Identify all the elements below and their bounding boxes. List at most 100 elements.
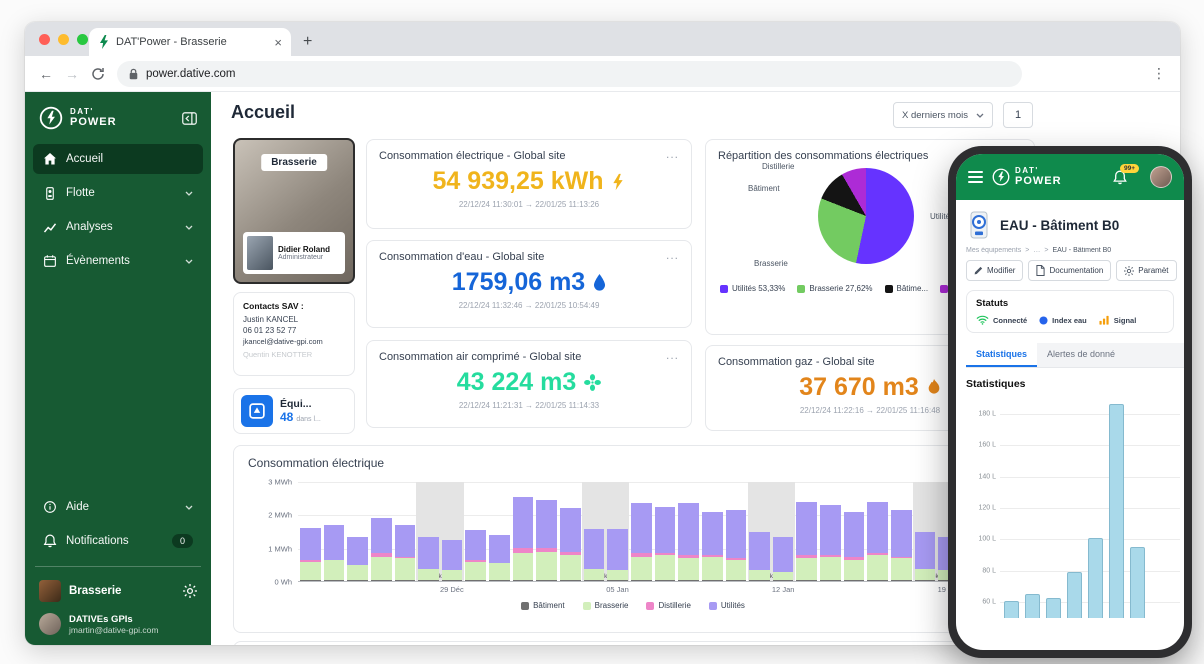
user-avatar[interactable] — [1150, 166, 1172, 188]
phone-bar — [1088, 537, 1103, 618]
status-signal: Signal — [1099, 315, 1136, 325]
stacked-bar — [654, 482, 676, 582]
sidebar-item-label: Aide — [66, 501, 90, 513]
statuts-card: Statuts Connecté Index eau Signal — [966, 290, 1174, 333]
contact-email: jkancel@dative-gpi.com — [243, 337, 323, 346]
sidebar-item-label: Accueil — [66, 153, 104, 165]
flame-icon — [928, 379, 940, 394]
forward-icon[interactable]: → — [65, 66, 79, 82]
kpi-card-electricite: Consommation électrique - Global site ..… — [366, 139, 692, 229]
equipment-icon — [241, 395, 273, 427]
fan-icon — [584, 374, 602, 391]
legend-item: Brasserie 27,62% — [797, 284, 873, 293]
breadcrumb-root[interactable]: Mes équipements — [966, 247, 1021, 254]
new-tab-button[interactable]: + — [303, 33, 312, 56]
wifi-icon — [976, 315, 989, 325]
logo-text-bottom: POWER — [70, 116, 117, 129]
document-icon — [1036, 265, 1046, 276]
water-index-icon — [1039, 315, 1048, 325]
stacked-bar — [418, 482, 439, 582]
workspace-row[interactable]: Brasserie — [33, 575, 203, 607]
workspace-name: Brasserie — [69, 585, 122, 597]
admin-contact-box: Didier Roland Administrateur — [243, 232, 345, 274]
logo-text-bottom: POWER — [1015, 175, 1062, 188]
contact-phone: 06 01 23 52 77 — [243, 326, 297, 335]
documentation-button[interactable]: Documentation — [1028, 260, 1112, 281]
notifications-bell[interactable]: 99+ — [1113, 163, 1139, 185]
kpi-value-row: 54 939,25 kWh — [379, 167, 679, 196]
equipment-suffix: dans l... — [296, 416, 321, 423]
card-menu-icon[interactable]: ... — [666, 349, 679, 361]
parameters-button[interactable]: Paramèt — [1116, 260, 1177, 281]
analytics-icon — [43, 222, 57, 233]
notifications-badge: 0 — [171, 534, 193, 548]
stacked-bar — [891, 482, 912, 582]
minimize-window-button[interactable] — [58, 34, 69, 45]
equipment-card[interactable]: Équi... 48 dans l... — [233, 388, 355, 434]
sidebar-item-accueil[interactable]: Accueil — [33, 144, 203, 174]
legend-item: Bâtime... — [884, 284, 928, 293]
status-label: Connecté — [993, 315, 1028, 325]
sidebar-item-analyses[interactable]: Analyses — [33, 212, 203, 242]
sidebar-item-evenements[interactable]: Évènements — [33, 246, 203, 276]
phone-body: EAU - Bâtiment B0 Mes équipements > … > … — [956, 200, 1184, 650]
menu-icon[interactable] — [968, 168, 983, 186]
sidebar-item-flotte[interactable]: Flotte — [33, 178, 203, 208]
gear-icon — [1124, 265, 1135, 276]
button-label: Paramèt — [1138, 266, 1169, 275]
browser-tab[interactable]: DAT'Power - Brasserie × — [89, 28, 291, 56]
consumption-plot: Week-end Week-end Week-end Week-end — [298, 482, 1008, 582]
stacked-bar — [630, 482, 652, 582]
phone-app-header: DAT' POWER 99+ — [956, 154, 1184, 200]
user-row[interactable]: DATIVEs GPIs jmartin@dative-gpi.com — [33, 607, 203, 637]
gear-icon[interactable] — [183, 584, 197, 598]
sidebar-item-label: Notifications — [66, 535, 129, 547]
home-icon — [44, 153, 56, 165]
signal-bars-icon — [1099, 315, 1109, 325]
tab-title: DAT'Power - Brasserie — [116, 36, 227, 48]
address-bar[interactable]: power.dative.com — [117, 60, 1022, 87]
x-axis-tick: 05 Jan — [606, 585, 629, 594]
sidebar-item-label: Analyses — [66, 221, 113, 233]
pie-callout-label: Distillerie — [762, 162, 795, 171]
legend-item: Utilités — [708, 601, 745, 610]
card-menu-icon[interactable]: ... — [666, 249, 679, 261]
breadcrumb-separator: > — [1044, 247, 1049, 254]
chevron-down-icon — [976, 113, 984, 118]
close-window-button[interactable] — [39, 34, 50, 45]
period-select[interactable]: X derniers mois — [893, 102, 993, 128]
lightning-icon — [613, 173, 624, 190]
card-menu-icon[interactable]: ... — [666, 148, 679, 160]
phone-app-logo: DAT' POWER — [992, 166, 1062, 188]
page-number-box[interactable]: 1 — [1003, 102, 1033, 128]
kpi-title: Consommation électrique - Global site — [379, 150, 566, 162]
sidebar-item-aide[interactable]: Aide — [33, 492, 203, 522]
tab-statistiques[interactable]: Statistiques — [966, 343, 1038, 367]
breadcrumb-ellipsis[interactable]: … — [1033, 247, 1040, 254]
kpi-period: 22/12/24 11:32:46 → 22/01/25 10:54:49 — [458, 301, 600, 310]
contact-name: Justin KANCEL — [243, 315, 299, 324]
stacked-bar — [678, 482, 699, 582]
stacked-bar — [701, 482, 723, 582]
y-axis-label: 3 MWh — [268, 477, 292, 487]
kpi-value-row: 43 224 m3 — [379, 368, 679, 397]
kpi-title: Consommation air comprimé - Global site — [379, 351, 582, 363]
pie-callout-label: Bâtiment — [748, 184, 780, 193]
sidebar-collapse-icon[interactable] — [182, 111, 197, 125]
contacts-title: Contacts SAV : — [243, 301, 304, 311]
sidebar-item-notifications[interactable]: Notifications 0 — [33, 526, 203, 556]
browser-tab-strip: DAT'Power - Brasserie × + — [25, 22, 1180, 56]
kpi-value: 43 224 m3 — [456, 368, 577, 396]
back-icon[interactable]: ← — [39, 66, 53, 82]
y-axis-label: 2 MWh — [268, 510, 292, 520]
reload-icon[interactable] — [91, 67, 105, 81]
contact-secondary: Quentin KENOTTER — [243, 350, 313, 359]
stacked-bar — [725, 482, 747, 582]
logo-text-top: DAT' — [70, 106, 94, 116]
modify-button[interactable]: Modifier — [966, 260, 1024, 281]
stacked-bar — [370, 482, 392, 582]
maximize-window-button[interactable] — [77, 34, 88, 45]
browser-menu-icon[interactable]: ⋮ — [1152, 65, 1166, 82]
tab-close-icon[interactable]: × — [274, 35, 282, 50]
tab-alertes[interactable]: Alertes de donné — [1037, 343, 1184, 367]
